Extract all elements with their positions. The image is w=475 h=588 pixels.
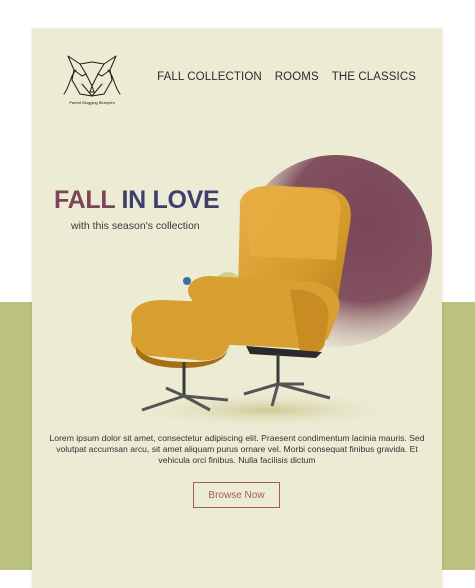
brand-logo[interactable]: Parent Blogging Blueprint <box>60 46 124 108</box>
hero-title-main: IN LOVE <box>121 186 220 214</box>
hero-subtitle: with this season's collection <box>71 220 200 232</box>
nav-rooms[interactable]: ROOMS <box>275 71 319 83</box>
fox-logo-icon <box>63 55 121 97</box>
email-card: Parent Blogging Blueprint FALL COLLECTIO… <box>32 28 442 588</box>
top-nav: FALL COLLECTION ROOMS THE CLASSICS <box>157 71 416 83</box>
hero-title: FALL IN LOVE <box>54 186 220 215</box>
nav-fall-collection[interactable]: FALL COLLECTION <box>157 71 262 83</box>
browse-now-button[interactable]: Browse Now <box>193 482 280 508</box>
logo-text: Parent Blogging Blueprint <box>69 100 115 105</box>
hero-title-accent: FALL <box>54 186 115 214</box>
decor-dot <box>183 277 191 285</box>
nav-the-classics[interactable]: THE CLASSICS <box>332 71 416 83</box>
body-paragraph: Lorem ipsum dolor sit amet, consectetur … <box>49 432 425 465</box>
